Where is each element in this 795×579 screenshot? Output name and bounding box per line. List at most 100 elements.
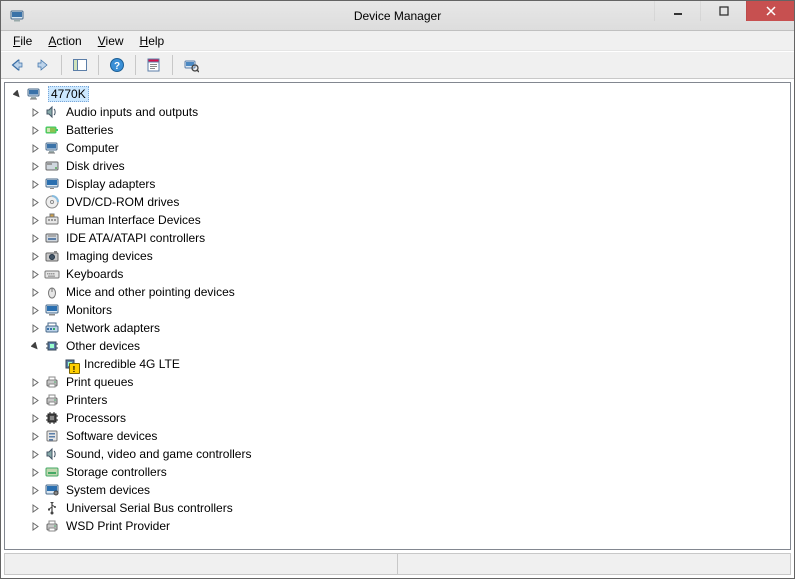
tree-node-label: Display adapters (64, 177, 157, 191)
toolbar: ? (1, 51, 794, 79)
tree-node[interactable]: DVD/CD-ROM drives (5, 193, 790, 211)
tree-node-label: Imaging devices (64, 249, 155, 263)
disclosure-closed-icon[interactable] (29, 160, 41, 172)
tree-node[interactable]: Software devices (5, 427, 790, 445)
speaker-icon (44, 104, 60, 120)
tree-node[interactable]: Incredible 4G LTE (5, 355, 790, 373)
tree-node[interactable]: Storage controllers (5, 463, 790, 481)
storage-icon (44, 464, 60, 480)
tree-node[interactable]: Disk drives (5, 157, 790, 175)
tree-node-label: DVD/CD-ROM drives (64, 195, 181, 209)
menu-action-label: Action (48, 34, 81, 48)
disk-icon (44, 158, 60, 174)
toolbar-separator (135, 55, 136, 75)
disclosure-closed-icon[interactable] (29, 430, 41, 442)
toolbar-separator (61, 55, 62, 75)
printer-icon (44, 392, 60, 408)
disclosure-closed-icon[interactable] (29, 268, 41, 280)
disclosure-closed-icon[interactable] (29, 448, 41, 460)
disclosure-closed-icon[interactable] (29, 214, 41, 226)
display-icon (44, 176, 60, 192)
scan-hardware-button[interactable] (179, 54, 203, 76)
show-hide-tree-button[interactable] (68, 54, 92, 76)
disclosure-closed-icon[interactable] (29, 376, 41, 388)
tree-node[interactable]: Sound, video and game controllers (5, 445, 790, 463)
titlebar[interactable]: Device Manager (1, 1, 794, 31)
chip-icon (44, 338, 60, 354)
tree-node-label: Sound, video and game controllers (64, 447, 253, 461)
properties-button[interactable] (142, 54, 166, 76)
minimize-button[interactable] (654, 1, 700, 21)
statusbar-cell (398, 553, 791, 575)
tree-node-label: Batteries (64, 123, 115, 137)
tree-node[interactable]: Printers (5, 391, 790, 409)
menu-action[interactable]: Action (42, 33, 87, 49)
tree-node[interactable]: Print queues (5, 373, 790, 391)
disclosure-closed-icon[interactable] (29, 484, 41, 496)
hid-icon (44, 212, 60, 228)
tree-node-label: Keyboards (64, 267, 125, 281)
disclosure-closed-icon[interactable] (29, 232, 41, 244)
tree-node[interactable]: Human Interface Devices (5, 211, 790, 229)
tree-node[interactable]: Network adapters (5, 319, 790, 337)
tree-node-label: Storage controllers (64, 465, 169, 479)
tree-node-label: Computer (64, 141, 121, 155)
menu-help[interactable]: Help (134, 33, 171, 49)
forward-button[interactable] (31, 54, 55, 76)
tree-node[interactable]: 4770K (5, 85, 790, 103)
device-tree: 4770KAudio inputs and outputs Batteries Co… (5, 85, 790, 535)
tree-node-label: IDE ATA/ATAPI controllers (64, 231, 207, 245)
window: Device Manager File Action View Help (0, 0, 795, 579)
disclosure-closed-icon[interactable] (29, 520, 41, 532)
disclosure-closed-icon[interactable] (29, 106, 41, 118)
tree-node[interactable]: Imaging devices (5, 247, 790, 265)
disclosure-closed-icon[interactable] (29, 466, 41, 478)
tree-node[interactable]: Mice and other pointing devices (5, 283, 790, 301)
disclosure-closed-icon[interactable] (29, 412, 41, 424)
disclosure-closed-icon[interactable] (29, 250, 41, 262)
tree-node[interactable]: IDE ATA/ATAPI controllers (5, 229, 790, 247)
monitor-icon (44, 302, 60, 318)
tree-node-label: Incredible 4G LTE (82, 357, 182, 371)
disclosure-closed-icon[interactable] (29, 178, 41, 190)
camera-icon (44, 248, 60, 264)
tree-node[interactable]: Processors (5, 409, 790, 427)
tree-node[interactable]: Keyboards (5, 265, 790, 283)
tree-node[interactable]: WSD Print Provider (5, 517, 790, 535)
tree-node[interactable]: Other devices (5, 337, 790, 355)
disclosure-closed-icon[interactable] (29, 502, 41, 514)
disclosure-closed-icon[interactable] (29, 196, 41, 208)
maximize-button[interactable] (700, 1, 746, 21)
disclosure-closed-icon[interactable] (29, 124, 41, 136)
tree-pane[interactable]: 4770KAudio inputs and outputs Batteries Co… (4, 82, 791, 550)
network-icon (44, 320, 60, 336)
cd-icon (44, 194, 60, 210)
tree-node-label: Mice and other pointing devices (64, 285, 237, 299)
back-button[interactable] (5, 54, 29, 76)
menubar: File Action View Help (1, 31, 794, 51)
close-button[interactable] (746, 1, 794, 21)
tree-node[interactable]: Computer (5, 139, 790, 157)
menu-file[interactable]: File (7, 33, 38, 49)
help-button[interactable]: ? (105, 54, 129, 76)
tree-node[interactable]: System devices (5, 481, 790, 499)
chip-warn-icon (62, 356, 78, 372)
disclosure-closed-icon[interactable] (29, 142, 41, 154)
disclosure-open-icon[interactable] (29, 340, 41, 352)
tree-node[interactable]: Batteries (5, 121, 790, 139)
disclosure-open-icon[interactable] (11, 88, 23, 100)
help-icon: ? (109, 57, 125, 73)
tree-node[interactable]: Monitors (5, 301, 790, 319)
toolbar-separator (98, 55, 99, 75)
software-icon (44, 428, 60, 444)
tree-node[interactable]: Universal Serial Bus controllers (5, 499, 790, 517)
tree-node[interactable]: Display adapters (5, 175, 790, 193)
tree-node-label: Print queues (64, 375, 135, 389)
disclosure-closed-icon[interactable] (29, 286, 41, 298)
tree-node[interactable]: Audio inputs and outputs (5, 103, 790, 121)
disclosure-closed-icon[interactable] (29, 322, 41, 334)
disclosure-closed-icon[interactable] (29, 304, 41, 316)
menu-view[interactable]: View (92, 33, 130, 49)
tree-node-label: WSD Print Provider (64, 519, 172, 533)
disclosure-closed-icon[interactable] (29, 394, 41, 406)
